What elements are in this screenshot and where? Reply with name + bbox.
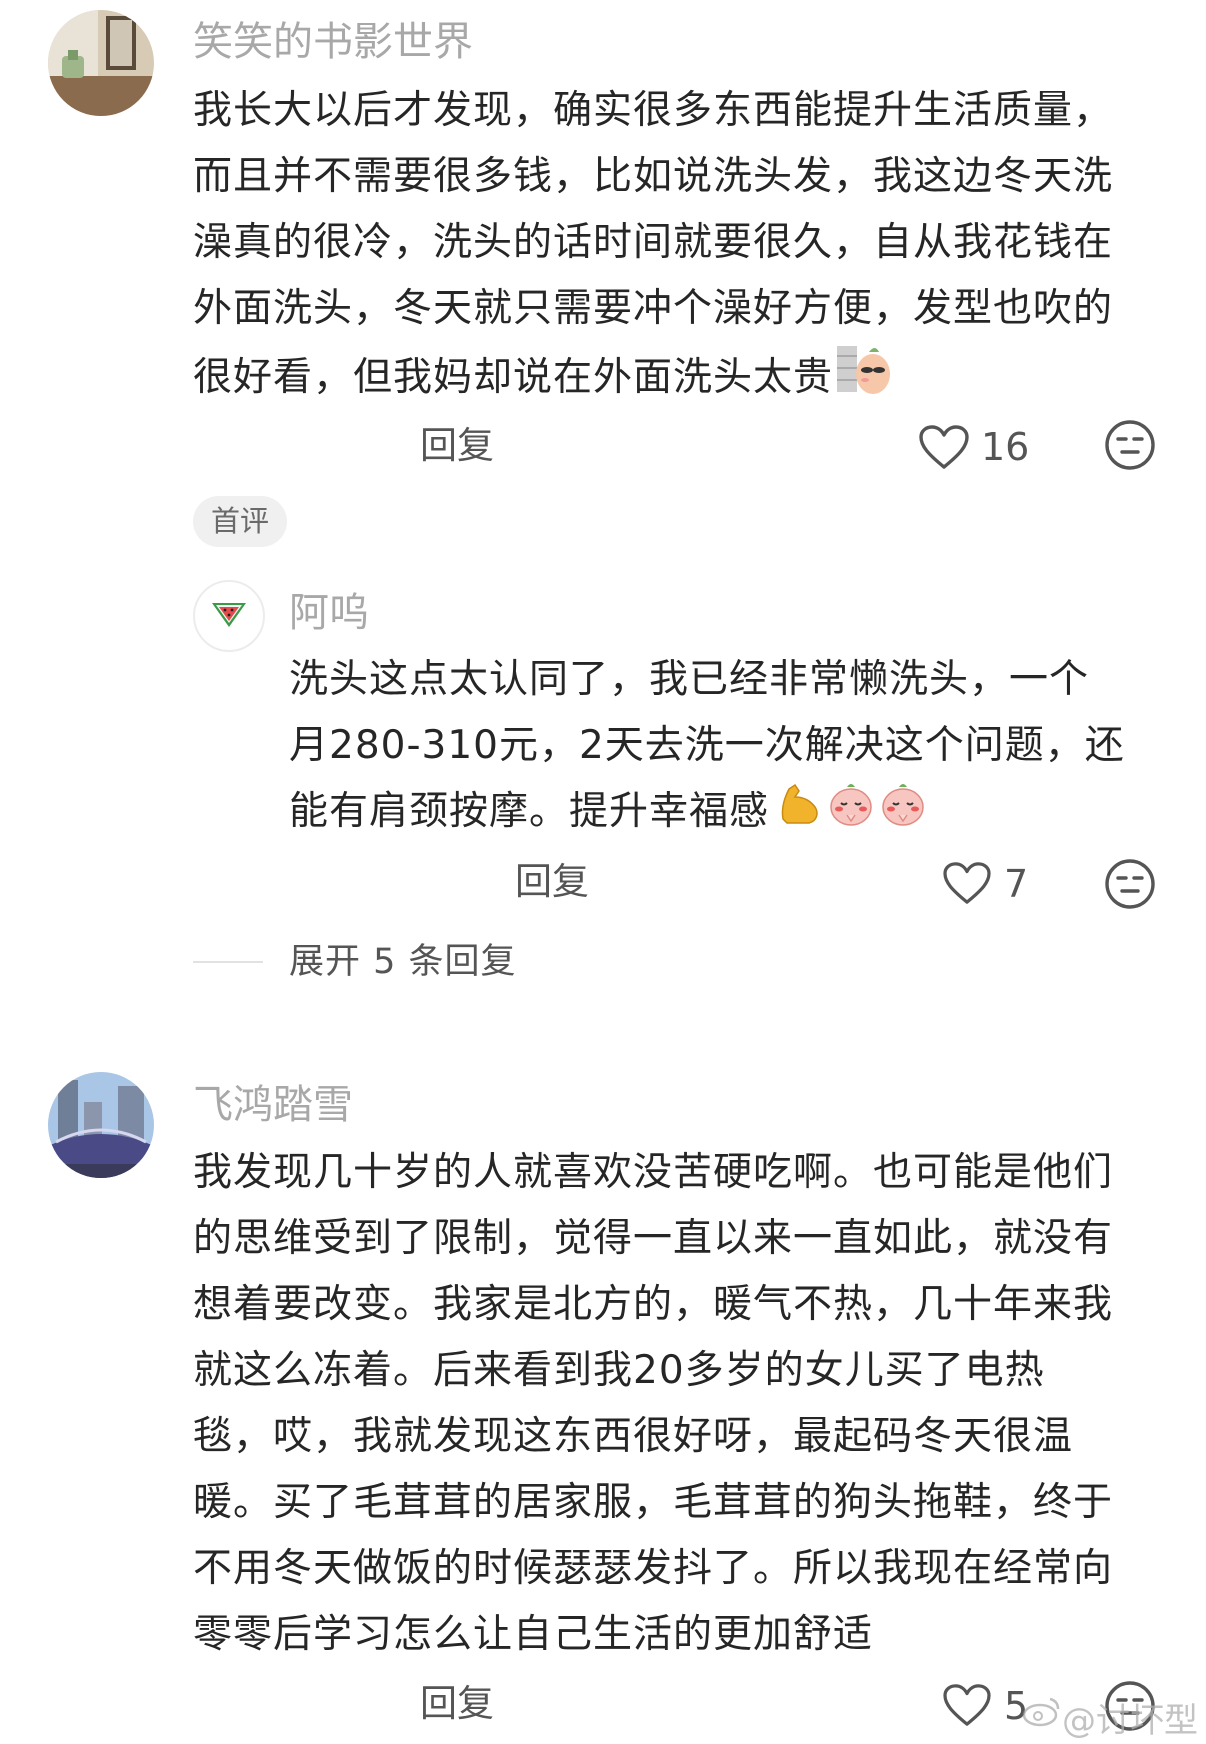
flexed-biceps-icon (775, 779, 823, 848)
comment-feed: 笑笑的书影世界 我长大以后才发现，确实很多东西能提升生活质量， 而且并不需要很多… (0, 0, 1206, 1744)
reply-text: 洗头这点太认同了，我已经非常懒洗头，一个 月280-310元，2天去洗一次解决这… (289, 647, 1125, 848)
watermark: @讨坏型 (1062, 1701, 1198, 1741)
like-count: 7 (1004, 862, 1029, 906)
praying-peach-icon (827, 779, 875, 848)
watermelon-icon (210, 599, 248, 633)
reply-button[interactable]: 回复 (420, 427, 494, 464)
praying-peach-icon (879, 779, 927, 848)
weibo-logo-icon (1022, 1695, 1062, 1731)
heart-outline-icon[interactable] (942, 861, 992, 909)
neutral-face-icon[interactable] (1104, 858, 1156, 914)
neutral-face-icon[interactable] (1104, 419, 1156, 475)
expand-replies-button[interactable]: 展开 5 条回复 (289, 945, 517, 980)
heart-outline-icon[interactable] (942, 1683, 992, 1731)
reply-button[interactable]: 回复 (515, 863, 589, 900)
username[interactable]: 笑笑的书影世界 (193, 22, 473, 62)
divider (193, 961, 263, 963)
username[interactable]: 飞鸿踏雪 (193, 1085, 353, 1125)
comment-text: 我发现几十岁的人就喜欢没苦硬吃啊。也可能是他们 的思维受到了限制，觉得一直以来一… (193, 1150, 1114, 1657)
user-avatar[interactable] (48, 10, 154, 116)
reply-avatar[interactable] (193, 580, 265, 652)
reply-button[interactable]: 回复 (420, 1685, 494, 1722)
peeking-emoji-icon (837, 342, 891, 417)
comment-text: 我长大以后才发现，确实很多东西能提升生活质量， 而且并不需要很多钱，比如说洗头发… (193, 78, 1113, 417)
like-count: 16 (981, 425, 1030, 469)
first-comment-badge: 首评 (193, 496, 288, 547)
heart-outline-icon[interactable] (918, 424, 970, 474)
user-avatar[interactable] (48, 1072, 154, 1178)
reply-username[interactable]: 阿呜 (289, 593, 369, 633)
